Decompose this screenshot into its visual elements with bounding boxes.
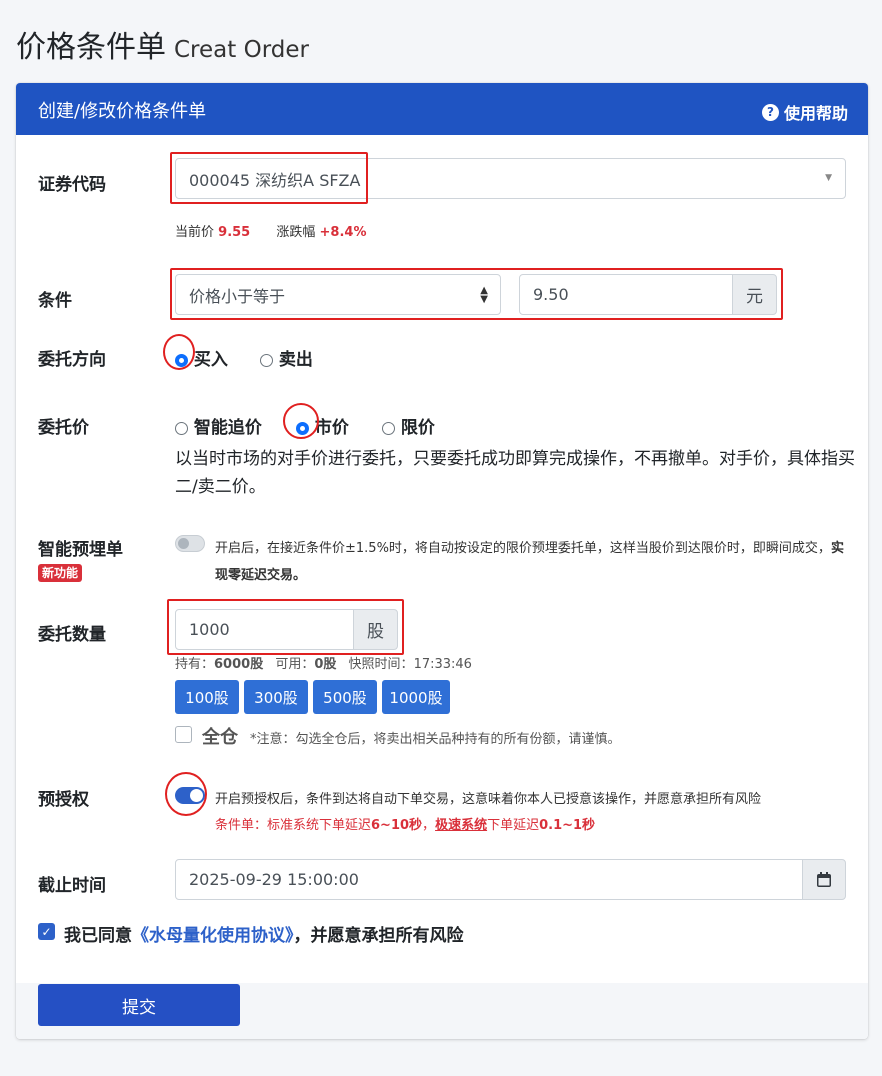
price-limit-radio[interactable] [382, 421, 395, 435]
direction-sell-option[interactable]: 卖出 [260, 345, 313, 370]
all-position-note: *注意：勾选全仓后，将卖出相关品种持有的所有份额，请谨慎。 [250, 732, 621, 747]
submit-button[interactable]: 提交 [38, 984, 240, 1026]
highlight-preauth [165, 772, 207, 816]
stock-label: 证券代码 [38, 175, 106, 195]
highlight-quantity [167, 599, 404, 655]
qty-preset-300[interactable]: 300股 [244, 680, 308, 714]
preauth-description: 开启预授权后，条件到达将自动下单交易，这意味着你本人已授意该操作，并愿意承担所有… [215, 792, 762, 807]
page-title-text: 价格条件单 [16, 30, 166, 65]
price-limit-label: 限价 [400, 418, 435, 438]
smart-preorder-label: 智能预埋单 [38, 540, 123, 560]
smart-preorder-toggle[interactable] [175, 535, 205, 552]
current-price-value: 9.55 [218, 225, 251, 240]
caret-down-icon: ▼ [825, 173, 832, 183]
card-title: 创建/修改价格条件单 [38, 101, 207, 122]
price-market-label: 市价 [314, 418, 349, 438]
order-price-label: 委托价 [38, 418, 89, 438]
highlight-buy [163, 334, 195, 370]
smart-preorder-description: 开启后，在接近条件价±1.5%时，将自动按设定的限价预埋委托单，这样当股价到达限… [215, 535, 855, 589]
calendar-icon [817, 872, 831, 887]
calendar-button[interactable] [802, 859, 846, 900]
fast-system-link[interactable]: 极速系统 [435, 818, 487, 833]
change-value: +8.4% [319, 225, 367, 240]
help-link[interactable]: ? 使用帮助 [761, 100, 848, 124]
qty-preset-100[interactable]: 100股 [175, 680, 239, 714]
card-header: 创建/修改价格条件单 ? 使用帮助 [16, 83, 868, 135]
highlight-stock [170, 152, 368, 204]
agreement-checkbox[interactable]: ✓ [38, 923, 55, 940]
smart-preorder-text-cont: 交， [804, 541, 831, 556]
order-card: 创建/修改价格条件单 ? 使用帮助 证券代码 000045 深纺织A SFZA … [16, 83, 868, 1039]
deadline-label: 截止时间 [38, 876, 106, 896]
help-label: 使用帮助 [783, 104, 848, 123]
price-smart-radio[interactable] [175, 421, 188, 435]
agreement-prefix: 我已同意 [64, 926, 132, 946]
price-info: 当前价 9.55 涨跌幅 +8.4% [175, 221, 366, 240]
deadline-value: 2025-09-29 15:00:00 [189, 870, 359, 889]
latency-prefix: 条件单：标准系统下单延迟 [215, 818, 372, 833]
price-limit-option[interactable]: 限价 [382, 413, 435, 438]
qty-preset-500[interactable]: 500股 [313, 680, 377, 714]
latency-mid: 下单延迟 [487, 818, 540, 833]
price-smart-option[interactable]: 智能追价 [175, 413, 262, 438]
snapshot-time: 17:33:46 [413, 657, 472, 672]
question-circle-icon: ? [761, 103, 779, 121]
qty-preset-1000[interactable]: 1000股 [382, 680, 450, 714]
highlight-market [283, 403, 319, 439]
hold-value: 6000股 [214, 657, 264, 672]
current-price-label: 当前价 [175, 225, 215, 240]
hold-label: 持有： [175, 657, 215, 672]
agreement-text: 我已同意《水母量化使用协议》，并愿意承担所有风险 [64, 921, 464, 946]
avail-value: 0股 [314, 657, 337, 672]
price-smart-label: 智能追价 [193, 418, 262, 438]
page-title: 价格条件单 Creat Order [16, 22, 309, 66]
all-position-checkbox[interactable] [175, 726, 192, 743]
direction-buy-label: 买入 [193, 350, 228, 370]
avail-label: 可用： [275, 657, 315, 672]
highlight-condition [170, 268, 783, 320]
latency-fast: 0.1~1秒 [539, 818, 596, 833]
new-feature-badge: 新功能 [38, 562, 83, 582]
direction-sell-label: 卖出 [278, 350, 313, 370]
order-price-description: 以当时市场的对手价进行委托，只要委托成功即算完成操作，不再撤单。对手价，具体指买… [175, 449, 855, 497]
agreement-suffix: ，并愿意承担所有风险 [293, 926, 464, 946]
agreement-link[interactable]: 《水母量化使用协议》 [132, 926, 294, 946]
toggle-knob [178, 538, 189, 549]
direction-label: 委托方向 [38, 350, 106, 370]
new-feature-badge-text: 新功能 [38, 564, 83, 582]
latency-info: 条件单：标准系统下单延迟6~10秒，极速系统下单延迟0.1~1秒 [215, 814, 595, 833]
page-subtitle: Creat Order [174, 37, 309, 63]
condition-label: 条件 [38, 291, 72, 311]
holding-info: 持有：6000股 可用：0股 快照时间：17:33:46 [175, 653, 472, 672]
quantity-label: 委托数量 [38, 625, 106, 645]
all-position-label: 全仓 [202, 727, 238, 748]
direction-sell-radio[interactable] [260, 353, 273, 367]
deadline-input[interactable]: 2025-09-29 15:00:00 [175, 859, 803, 900]
smart-preorder-text: 开启后，在接近条件价±1.5%时，将自动按设定的限价预埋委托单，这样当股价到达限… [215, 541, 805, 556]
latency-std: 6~10秒 [371, 818, 423, 833]
preauth-label: 预授权 [38, 790, 89, 810]
latency-sep: ， [422, 818, 436, 833]
snapshot-label: 快照时间： [348, 657, 414, 672]
change-label: 涨跌幅 [276, 225, 316, 240]
